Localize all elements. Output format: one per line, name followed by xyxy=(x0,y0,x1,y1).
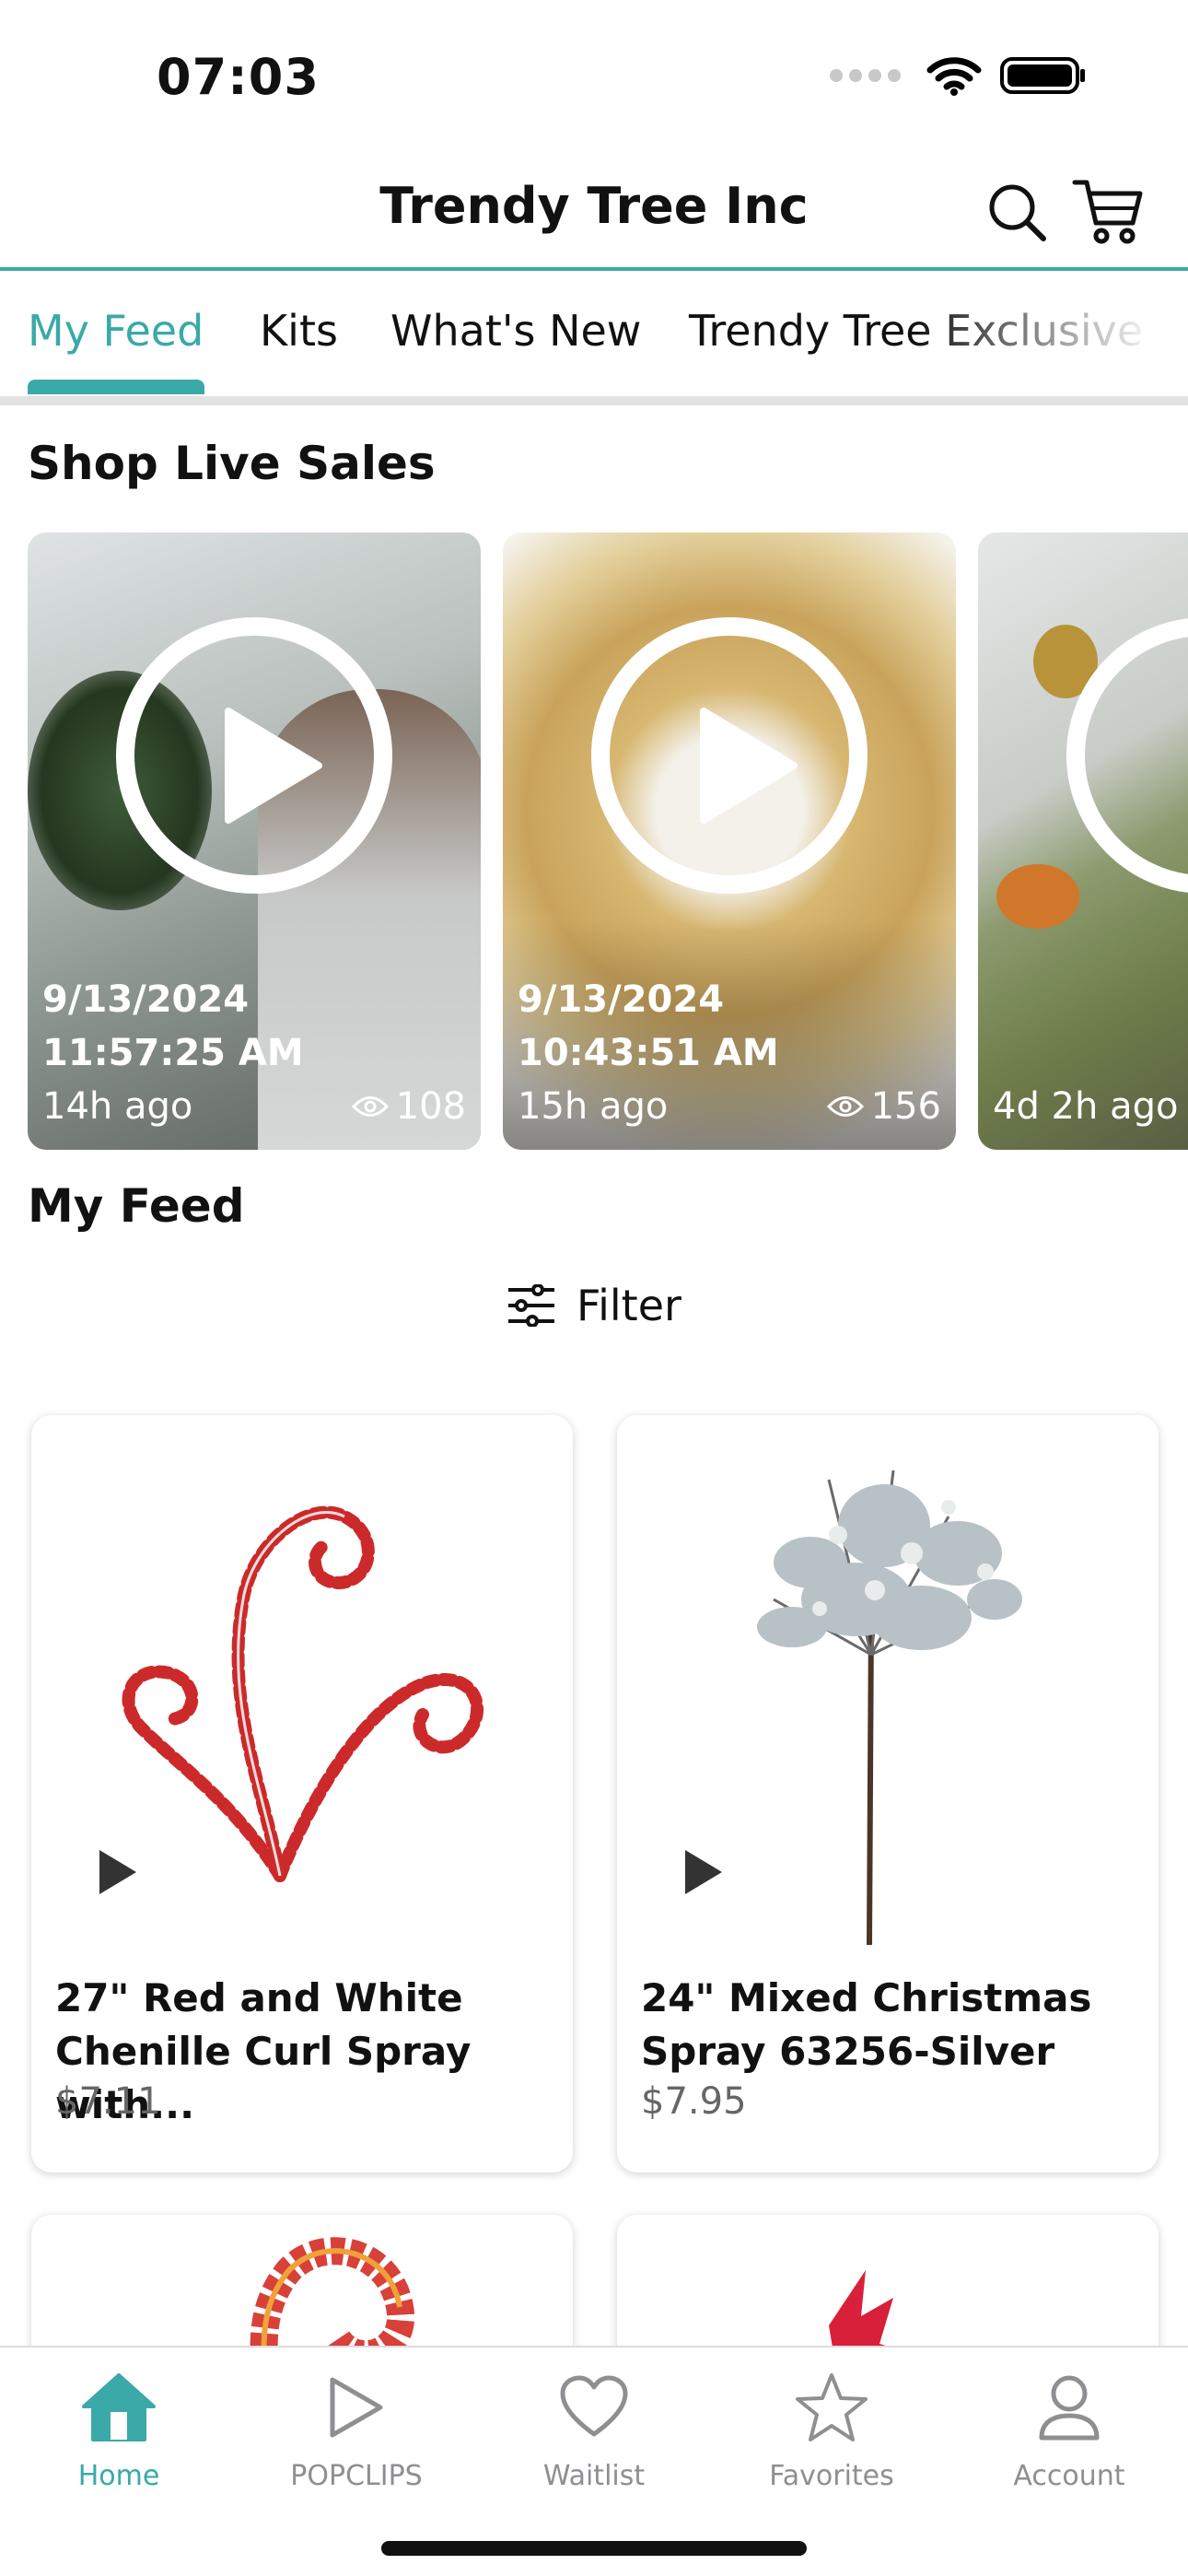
filter-button[interactable]: Filter xyxy=(507,1281,681,1330)
nav-item-favorites[interactable]: Favorites xyxy=(713,2366,950,2492)
video-play-icon[interactable] xyxy=(96,1846,140,1898)
product-price: $7.95 xyxy=(641,2080,747,2123)
cart-icon xyxy=(1072,180,1143,244)
heart-icon xyxy=(560,2375,628,2437)
wifi-icon xyxy=(926,57,982,96)
battery-icon xyxy=(1000,57,1085,94)
play-icon xyxy=(700,708,798,824)
nav-item-waitlist[interactable]: Waitlist xyxy=(475,2366,713,2492)
home-icon xyxy=(82,2373,156,2441)
live-views: 156 xyxy=(826,1085,941,1128)
live-ago: 4d 2h ago xyxy=(993,1085,1179,1128)
eye-icon xyxy=(351,1096,389,1117)
product-price: $7.11 xyxy=(55,2080,161,2123)
nav-label-favorites: Favorites xyxy=(769,2460,894,2492)
app-header: Trendy Tree Inc xyxy=(0,157,1188,271)
feed-title: My Feed xyxy=(28,1179,245,1233)
play-button[interactable] xyxy=(591,617,868,894)
tab-trendy-tree-exclusive[interactable]: Trendy Tree Exclusive S xyxy=(689,306,1183,356)
live-sale-card[interactable]: 9/13/2024 10:43:51 AM 15h ago 156 xyxy=(503,533,956,1150)
live-time: 11:57:25 AM xyxy=(42,1032,304,1074)
filter-label: Filter xyxy=(577,1281,681,1330)
star-icon xyxy=(796,2373,868,2441)
filter-icon xyxy=(508,1284,554,1327)
nav-label-popclips: POPCLIPS xyxy=(290,2460,423,2492)
tab-my-feed[interactable]: My Feed xyxy=(28,306,204,356)
live-datetime: 9/13/2024 11:57:25 AM xyxy=(42,973,304,1080)
live-views: 108 xyxy=(351,1085,466,1128)
tab-kits[interactable]: Kits xyxy=(260,306,338,356)
live-ago: 15h ago xyxy=(518,1085,669,1128)
live-datetime: 9/13/2024 10:43:51 AM xyxy=(518,973,779,1080)
eye-icon xyxy=(826,1096,864,1117)
play-icon xyxy=(330,2377,383,2438)
nav-item-popclips[interactable]: POPCLIPS xyxy=(238,2366,475,2492)
cellular-signal-icon xyxy=(830,69,901,82)
search-icon xyxy=(989,184,1046,241)
status-time: 07:03 xyxy=(157,48,320,106)
nav-label-account: Account xyxy=(1013,2460,1125,2492)
cart-button[interactable] xyxy=(1070,173,1147,251)
video-play-icon[interactable] xyxy=(681,1846,726,1898)
view-count: 108 xyxy=(395,1085,466,1128)
person-icon xyxy=(1039,2375,1100,2441)
live-date: 9/13/2024 xyxy=(42,978,250,1021)
view-count: 156 xyxy=(870,1085,941,1128)
play-icon xyxy=(225,708,322,824)
product-card[interactable]: 24" Mixed Christmas Spray 63256-Silver $… xyxy=(617,1415,1159,2172)
status-icons xyxy=(830,55,1087,96)
live-sale-card[interactable]: 9/13/2024 11:57:25 AM 14h ago 108 xyxy=(28,533,481,1150)
home-indicator xyxy=(381,2541,807,2556)
search-button[interactable] xyxy=(978,173,1055,251)
category-tabs: My Feed Kits What's New Trendy Tree Excl… xyxy=(0,275,1188,405)
live-sales-title: Shop Live Sales xyxy=(28,437,436,490)
live-sale-card[interactable]: 4d 2h ago xyxy=(978,533,1188,1150)
leaf-shape xyxy=(996,864,1079,929)
nav-item-account[interactable]: Account xyxy=(950,2366,1188,2492)
product-name: 24" Mixed Christmas Spray 63256-Silver xyxy=(641,1975,1092,2074)
nav-label-waitlist: Waitlist xyxy=(542,2460,646,2492)
product-card[interactable]: 27" Red and White Chenille Curl Spray wi… xyxy=(31,1415,573,2172)
nav-item-home[interactable]: Home xyxy=(0,2366,238,2492)
live-time: 10:43:51 AM xyxy=(518,1032,779,1074)
status-bar: 07:03 xyxy=(0,0,1188,157)
tab-whats-new[interactable]: What's New xyxy=(390,306,641,356)
active-tab-indicator xyxy=(28,380,204,394)
live-ago: 14h ago xyxy=(42,1085,193,1128)
live-date: 9/13/2024 xyxy=(518,978,725,1021)
nav-label-home: Home xyxy=(77,2460,160,2492)
play-button[interactable] xyxy=(116,617,392,894)
